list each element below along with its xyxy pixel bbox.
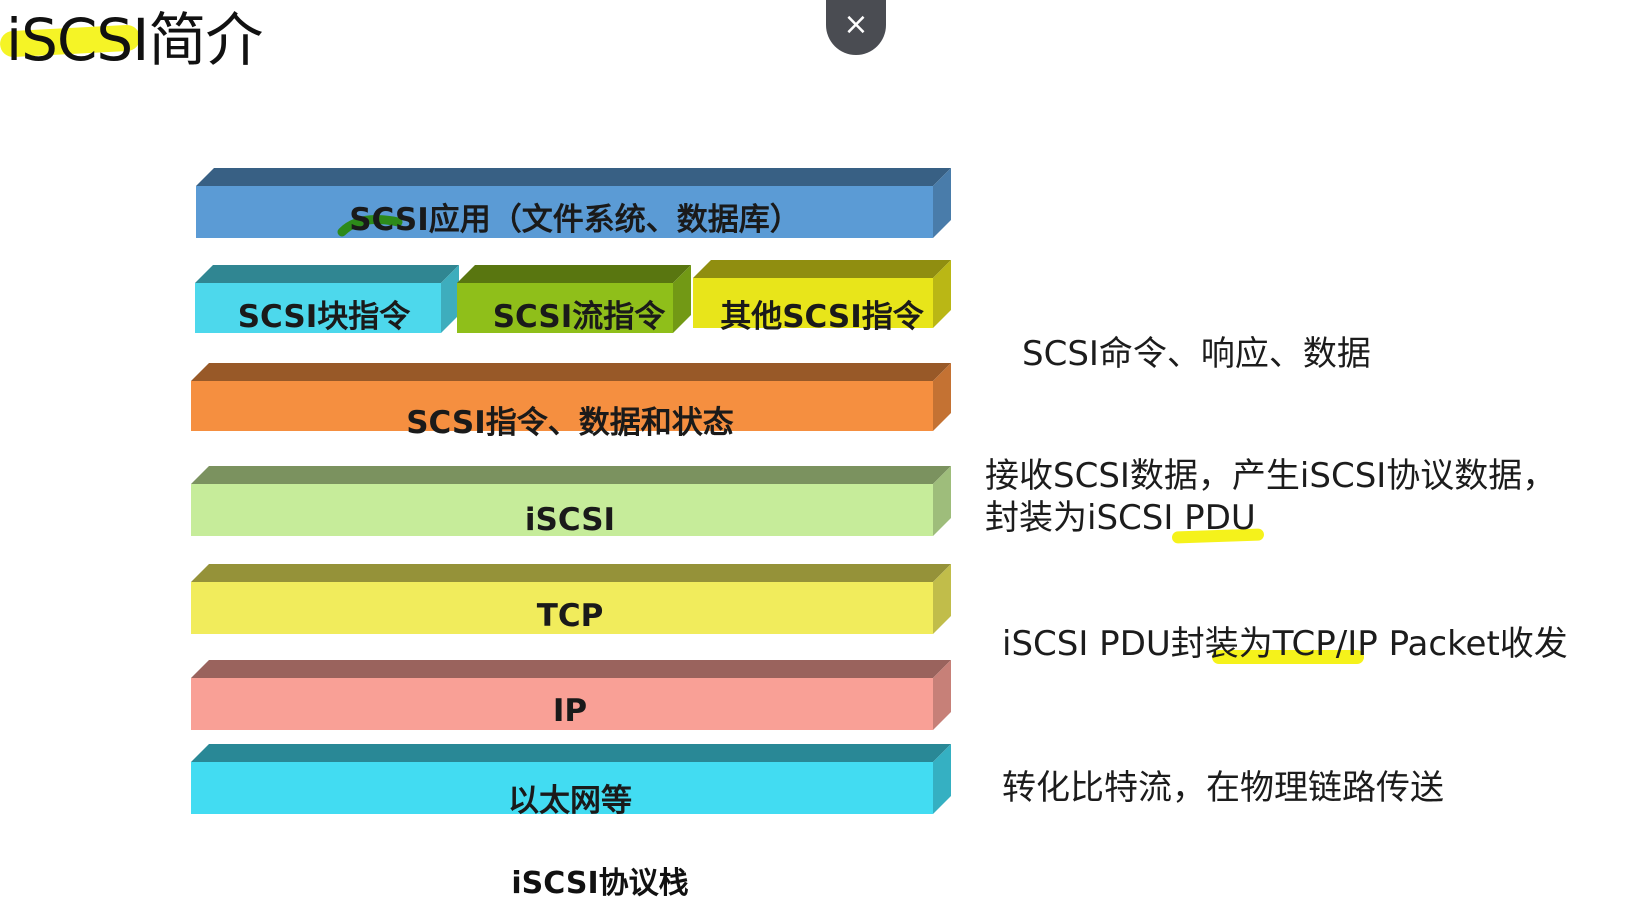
block-ethernet-top <box>191 744 951 762</box>
desc-scsi: SCSI命令、响应、数据 <box>1022 334 1371 374</box>
block-ip-top <box>191 660 951 678</box>
desc-iscsi-line2: 封装为iSCSI PDU <box>985 498 1256 538</box>
layer-label-scsi-data: SCSI指令、数据和状态 <box>406 405 734 441</box>
layer-label-tcp: TCP <box>536 598 604 634</box>
block-scsi-stream-top <box>457 265 691 283</box>
block-scsi-app-top <box>196 168 951 186</box>
block-scsi-data-top <box>191 363 951 381</box>
layer-label-ethernet: 以太网等 <box>508 783 632 819</box>
layer-label-scsi-other: 其他SCSI指令 <box>720 299 924 335</box>
layer-label-iscsi: iSCSI <box>524 502 616 538</box>
block-scsi-block-top <box>195 265 459 283</box>
layer-label-scsi-app: SCSI应用（文件系统、数据库） <box>349 202 801 238</box>
block-iscsi-top <box>191 466 951 484</box>
layer-label-scsi-stream: SCSI流指令 <box>492 299 666 335</box>
layer-label-scsi-block: SCSI块指令 <box>237 299 411 335</box>
block-tcp-top <box>191 564 951 582</box>
diagram-caption: iSCSI协议栈 <box>511 866 689 901</box>
desc-ethernet: 转化比特流，在物理链路传送 <box>1002 768 1444 808</box>
block-scsi-other-top <box>693 260 951 278</box>
layer-label-ip: IP <box>552 693 588 729</box>
desc-iscsi-line1: 接收SCSI数据，产生iSCSI协议数据， <box>985 456 1557 496</box>
desc-tcpip: iSCSI PDU封装为TCP/IP Packet收发 <box>1002 624 1568 664</box>
